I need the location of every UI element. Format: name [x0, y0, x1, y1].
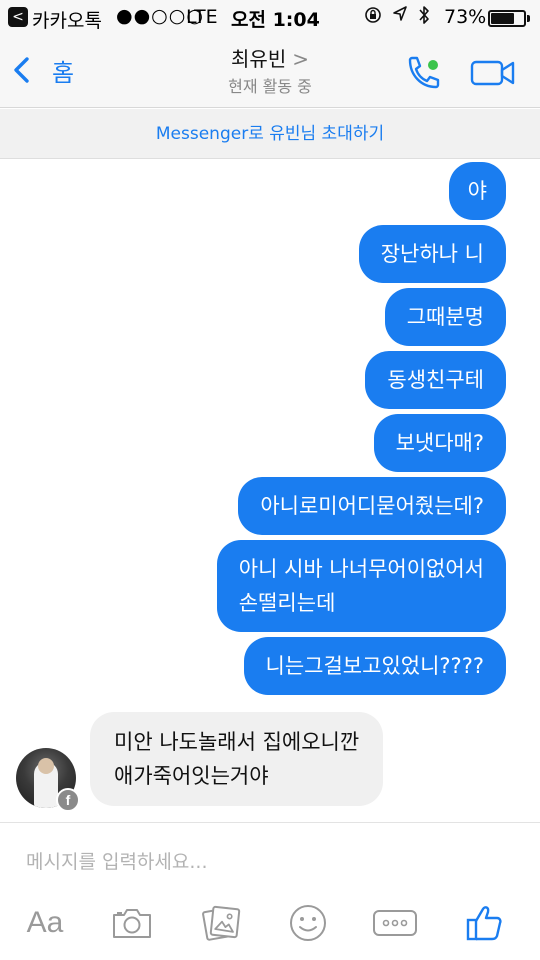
rotation-lock-icon [364, 6, 382, 29]
chevron-left-icon [14, 57, 29, 83]
message-bubble-outgoing[interactable]: 야 [448, 162, 506, 220]
message-bubble-outgoing[interactable]: 동생친구테 [365, 351, 506, 409]
status-bar: < 카카오톡 ●●○○○ LTE 오전 1:04 73% [0, 0, 540, 36]
status-back-app[interactable]: 카카오톡 [32, 6, 102, 33]
status-time: 오전 1:04 [231, 9, 320, 31]
message-text: 야 [467, 179, 487, 203]
message-text-line: 손떨리는데 [238, 591, 336, 615]
camera-button[interactable] [110, 903, 154, 943]
message-input[interactable]: 메시지를 입력하세요... [26, 847, 207, 874]
back-label: 홈 [52, 58, 75, 87]
carrier-label: LTE [186, 6, 218, 28]
message-text: 보냇다매? [395, 431, 484, 455]
gallery-button[interactable] [200, 903, 244, 943]
message-list: 야 장난하나 니 그때분명 동생친구테 보냇다매? 아니로미어디묻어줬는데? 아… [0, 160, 540, 822]
message-text: 니는그걸보고있었니???? [265, 654, 484, 678]
battery-percent: 73% [444, 6, 487, 28]
status-back-icon[interactable]: < [8, 7, 28, 27]
message-bubble-outgoing[interactable]: 니는그걸보고있었니???? [243, 637, 506, 695]
contact-name[interactable]: 최유빈 > [170, 43, 370, 72]
bluetooth-icon [418, 5, 430, 30]
facebook-icon: f [56, 788, 80, 812]
chevron-right-icon: > [292, 47, 309, 71]
message-text: 장난하나 니 [380, 242, 484, 266]
invite-banner[interactable]: Messenger로 유빈님 초대하기 [0, 109, 540, 159]
text-style-button[interactable]: Aa [22, 903, 68, 943]
like-button[interactable] [462, 903, 506, 943]
more-options-button[interactable] [372, 903, 418, 943]
video-call-button[interactable] [470, 58, 516, 88]
gallery-icon [202, 905, 241, 941]
battery-fill [491, 13, 514, 24]
message-bubble-outgoing[interactable]: 아니로미어디묻어줬는데? [238, 477, 506, 535]
message-bubble-outgoing[interactable]: 그때분명 [384, 288, 506, 346]
message-text-line: 미안 나도놀래서 집에오니깐 [114, 730, 360, 754]
location-icon [392, 5, 408, 28]
camera-icon [113, 909, 151, 938]
message-bubble-outgoing[interactable]: 아니 시바 나너무어이없어서 손떨리는데 [216, 540, 506, 632]
more-icon [373, 910, 417, 936]
emoji-button[interactable] [287, 903, 329, 943]
voice-call-button[interactable] [404, 52, 444, 92]
message-bubble-outgoing[interactable]: 장난하나 니 [358, 225, 506, 283]
battery-nub [527, 15, 530, 22]
message-text-line: 아니 시바 나너무어이없어서 [238, 557, 484, 581]
text-style-label: Aa [26, 906, 64, 939]
battery-icon [488, 10, 530, 27]
conversation-header: 홈 최유빈 > 현재 활동 중 [0, 36, 540, 108]
back-button[interactable]: 홈 [8, 48, 98, 92]
message-text: 그때분명 [406, 305, 484, 329]
emoji-icon [290, 905, 326, 941]
thumbs-up-icon [466, 906, 502, 941]
phone-icon [408, 56, 440, 89]
message-bubble-outgoing[interactable]: 보냇다매? [373, 414, 506, 472]
message-text: 동생친구테 [387, 368, 484, 392]
message-text: 아니로미어디묻어줬는데? [260, 494, 484, 518]
message-bubble-incoming[interactable]: 미안 나도놀래서 집에오니깐 애가죽어잇는거야 [90, 712, 384, 806]
active-status: 현재 활동 중 [228, 77, 312, 96]
online-indicator [428, 60, 438, 70]
contact-name-text: 최유빈 [231, 47, 287, 71]
composer: 메시지를 입력하세요... Aa [0, 822, 540, 960]
video-camera-icon [470, 60, 515, 86]
message-text-line: 애가죽어잇는거야 [114, 764, 269, 788]
avatar-head [38, 758, 54, 774]
